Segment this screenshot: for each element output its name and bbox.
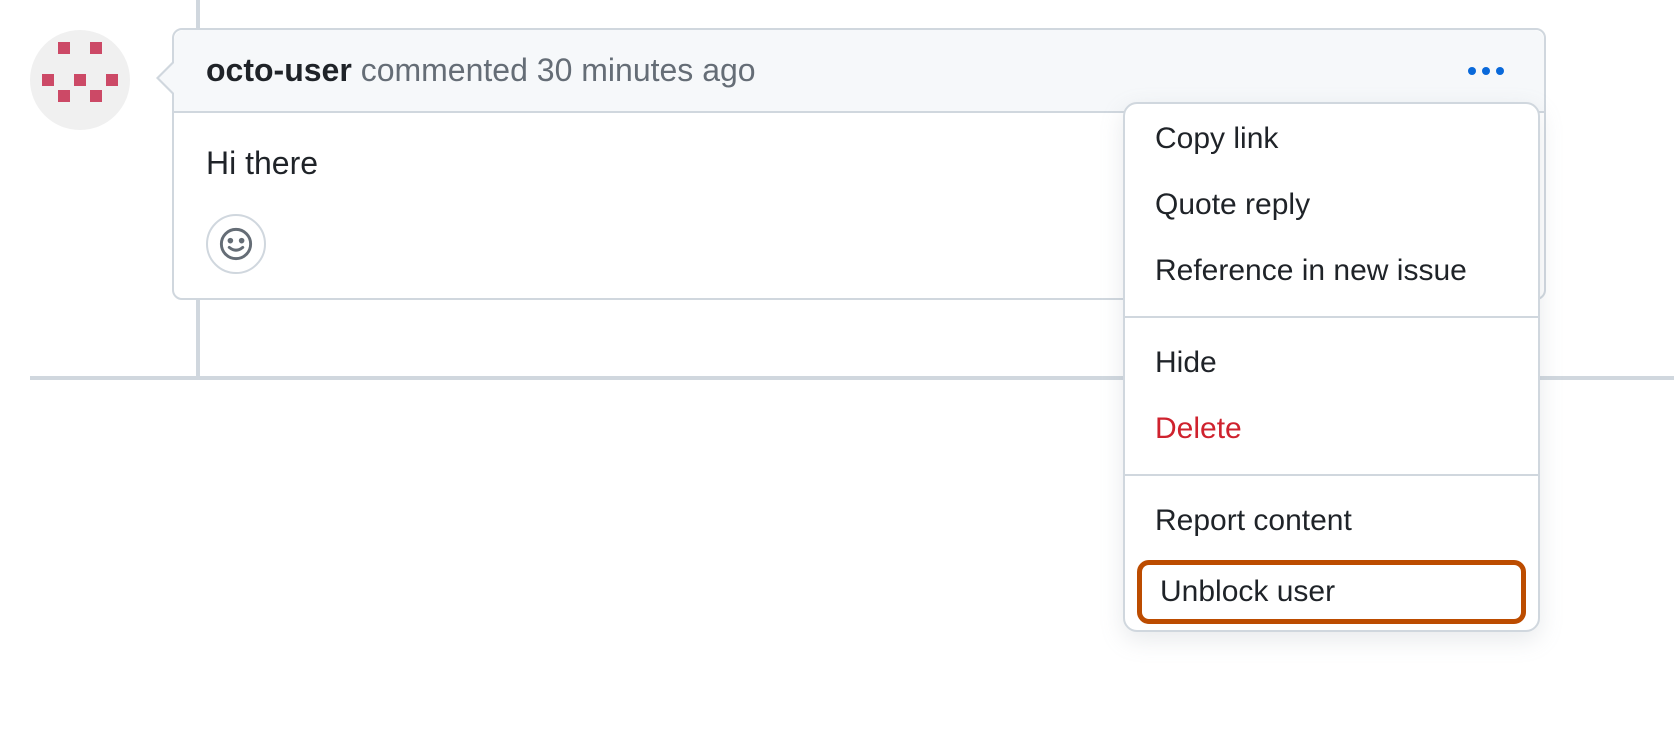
- menu-item-delete[interactable]: Delete: [1125, 396, 1538, 462]
- menu-divider: [1125, 474, 1538, 476]
- menu-item-quote-reply[interactable]: Quote reply: [1125, 172, 1538, 238]
- comment-actions-menu: Copy link Quote reply Reference in new i…: [1123, 102, 1540, 632]
- smiley-icon: [218, 226, 254, 262]
- comment-timestamp[interactable]: 30 minutes ago: [537, 52, 756, 88]
- dropdown-caret: [1484, 102, 1512, 104]
- menu-item-report-content[interactable]: Report content: [1125, 488, 1538, 554]
- kebab-icon: [1482, 67, 1490, 75]
- avatar[interactable]: [30, 30, 130, 130]
- kebab-menu-button[interactable]: [1460, 59, 1512, 83]
- comment-header: octo-user commented 30 minutes ago: [174, 30, 1544, 113]
- comment-header-text: octo-user commented 30 minutes ago: [206, 52, 756, 89]
- kebab-icon: [1496, 67, 1504, 75]
- menu-item-reference-issue[interactable]: Reference in new issue: [1125, 238, 1538, 304]
- comment-action: commented: [361, 52, 528, 88]
- comment-caret: [156, 60, 174, 96]
- menu-item-hide[interactable]: Hide: [1125, 330, 1538, 396]
- kebab-icon: [1468, 67, 1476, 75]
- comment-username[interactable]: octo-user: [206, 52, 352, 88]
- menu-item-copy-link[interactable]: Copy link: [1125, 104, 1538, 172]
- menu-item-unblock-user[interactable]: Unblock user: [1137, 560, 1526, 624]
- menu-divider: [1125, 316, 1538, 318]
- add-reaction-button[interactable]: [206, 214, 266, 274]
